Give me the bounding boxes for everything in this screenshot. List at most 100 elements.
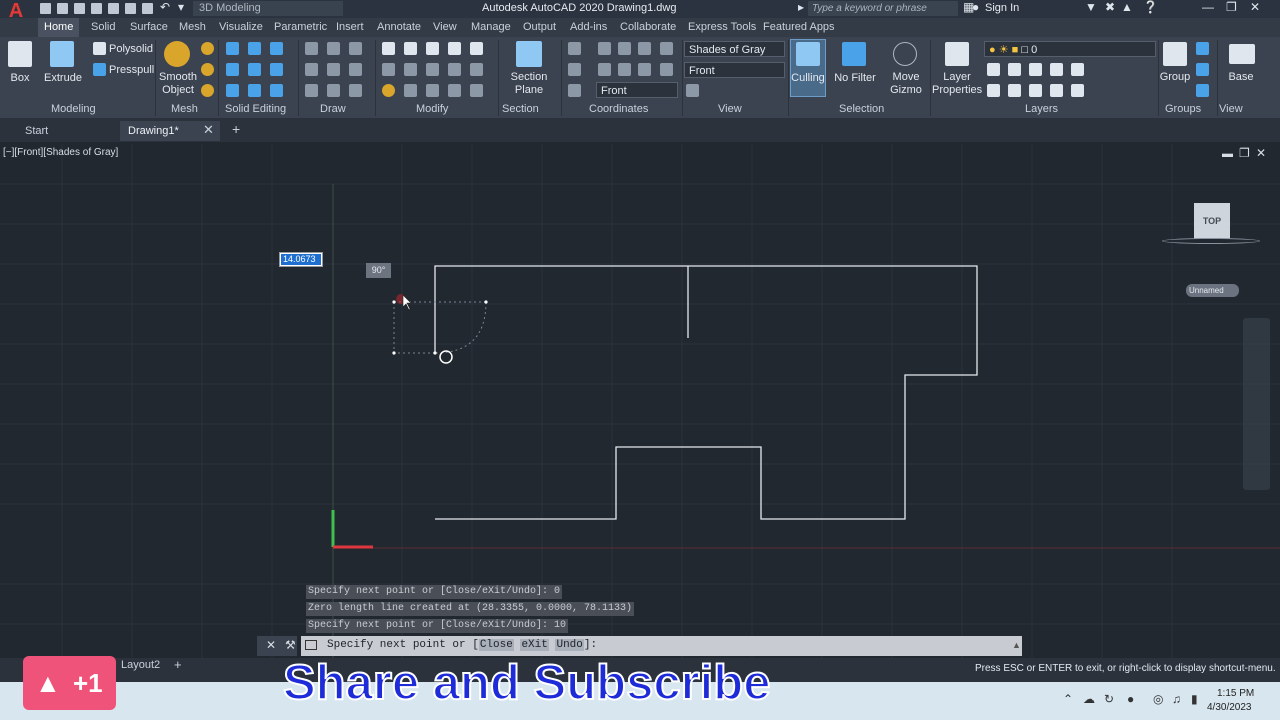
group-icon[interactable] [1163, 42, 1187, 66]
move-gizmo-icon[interactable] [893, 42, 917, 66]
help-warning-icon[interactable]: ▲ [1121, 0, 1133, 14]
ucs-origin-icon[interactable] [618, 42, 631, 55]
search-input[interactable]: Type a keyword or phrase [808, 1, 958, 16]
align-icon[interactable] [404, 63, 417, 76]
spline-icon[interactable] [305, 63, 318, 76]
close-tab-icon[interactable]: ✕ [203, 122, 214, 138]
section-plane-label-1[interactable]: Section [506, 71, 552, 84]
option-exit[interactable]: eXit [520, 639, 549, 651]
clock-time[interactable]: 1:15 PM [1217, 688, 1254, 699]
panel-title-mesh[interactable]: Mesh [171, 101, 198, 118]
smooth-object-icon[interactable] [164, 41, 190, 67]
viewport-restore-icon[interactable]: ❐ [1239, 146, 1250, 160]
panel-title-groups[interactable]: Groups [1165, 101, 1201, 118]
tab-output[interactable]: Output [523, 18, 556, 37]
section-plane-icon[interactable] [516, 41, 542, 67]
ucs-dropdown[interactable]: Front [596, 82, 678, 98]
intersect-icon[interactable] [270, 42, 283, 55]
panel-title-modify[interactable]: Modify [416, 101, 448, 118]
mesh-smooth-more-icon[interactable] [201, 63, 214, 76]
open-file-icon[interactable] [57, 3, 68, 14]
panel-title-modeling[interactable]: Modeling [51, 101, 96, 118]
polysolid-button[interactable]: Polysolid [109, 43, 153, 56]
layer-properties-icon[interactable] [945, 42, 969, 66]
tab-annotate[interactable]: Annotate [377, 18, 421, 37]
workspace-dropdown[interactable]: 3D Modeling [193, 1, 343, 16]
tab-collaborate[interactable]: Collaborate [620, 18, 676, 37]
panel-title-layers[interactable]: Layers [1025, 101, 1058, 118]
tab-insert[interactable]: Insert [336, 18, 364, 37]
sync-icon[interactable]: ↻ [1104, 692, 1114, 706]
group-select-icon[interactable] [1196, 84, 1209, 97]
erase-icon[interactable] [382, 63, 395, 76]
viewcube[interactable]: TOP [1194, 203, 1230, 239]
explode-icon[interactable] [404, 84, 417, 97]
panel-title-solid-editing[interactable]: Solid Editing [225, 101, 286, 118]
base-button[interactable]: Base [1222, 71, 1260, 84]
panel-title-section[interactable]: Section [502, 101, 539, 118]
viewport-controls-label[interactable]: [−][Front][Shades of Gray] [3, 147, 118, 158]
globe-icon[interactable]: ◎ [1153, 692, 1163, 706]
stretch-icon[interactable] [382, 84, 395, 97]
layer-tool-4-icon[interactable] [1050, 63, 1063, 76]
extract-edges-icon[interactable] [226, 84, 239, 97]
export-icon[interactable] [142, 3, 153, 14]
restore-icon[interactable]: ❐ [1226, 0, 1237, 14]
layer-tool-5-icon[interactable] [1071, 63, 1084, 76]
tab-mesh[interactable]: Mesh [179, 18, 206, 37]
clock-date[interactable]: 4/30/2023 [1207, 702, 1252, 713]
close-window-icon[interactable]: ✕ [1250, 0, 1260, 14]
array-icon[interactable] [404, 42, 417, 55]
no-filter-icon[interactable] [842, 42, 866, 66]
layer-tool-2-icon[interactable] [1008, 63, 1021, 76]
layer-dropdown[interactable]: ● ☀ ■ □ 0 [984, 41, 1156, 57]
tab-start[interactable]: Start [25, 121, 48, 141]
ucs-icon[interactable] [568, 42, 581, 55]
layer-tool-3-icon[interactable] [1029, 63, 1042, 76]
ucs-z-axis-icon[interactable] [638, 42, 651, 55]
rectangle-icon[interactable] [327, 63, 340, 76]
panel-title-coordinates[interactable]: Coordinates [589, 101, 648, 118]
copy-icon[interactable] [448, 42, 461, 55]
subtract-icon[interactable] [248, 42, 261, 55]
viewport-minimize-icon[interactable]: ▬ [1222, 148, 1233, 160]
layer-tool-8-icon[interactable] [1029, 84, 1042, 97]
cart-icon[interactable]: ▼ [1085, 0, 1097, 14]
ungroup-icon[interactable] [1196, 42, 1209, 55]
presspull-icon[interactable] [93, 63, 106, 76]
tab-surface[interactable]: Surface [130, 18, 168, 37]
imprint-icon[interactable] [248, 84, 261, 97]
tab-home[interactable]: Home [38, 18, 80, 37]
box-button[interactable]: Box [4, 72, 36, 85]
smooth-object-label-2[interactable]: Object [158, 84, 198, 97]
group-edit-icon[interactable] [1196, 63, 1209, 76]
polygon-icon[interactable] [305, 84, 318, 97]
box-icon[interactable] [8, 41, 32, 67]
ucs-3point-icon[interactable] [660, 42, 673, 55]
presspull-button[interactable]: Presspull [109, 64, 154, 77]
mesh-smooth-less-icon[interactable] [201, 84, 214, 97]
smooth-object-label-1[interactable]: Smooth [158, 71, 198, 84]
new-file-icon[interactable] [40, 3, 51, 14]
option-undo[interactable]: Undo [555, 639, 584, 651]
new-tab-icon[interactable]: + [232, 121, 240, 137]
offset-icon[interactable] [426, 84, 439, 97]
layer-properties-label-2[interactable]: Properties [932, 84, 982, 97]
view-dropdown[interactable]: Front [684, 62, 785, 78]
move-gizmo-label-2[interactable]: Gizmo [886, 84, 926, 97]
polyline-icon[interactable] [327, 42, 340, 55]
layer-tool-6-icon[interactable] [987, 84, 1000, 97]
culling-button[interactable]: Culling [790, 72, 826, 85]
arc-icon[interactable] [349, 42, 362, 55]
cloud-icon[interactable]: ☁ [1083, 692, 1095, 706]
viewport-config-icon[interactable] [686, 84, 699, 97]
panel-title-draw[interactable]: Draw [320, 101, 346, 118]
tab-solid[interactable]: Solid [91, 18, 115, 37]
navigation-bar[interactable] [1243, 318, 1270, 490]
tab-featured-apps[interactable]: Featured Apps [763, 18, 835, 37]
scale-icon[interactable] [448, 63, 461, 76]
tab-manage[interactable]: Manage [471, 18, 511, 37]
microphone-icon[interactable]: ● [1127, 692, 1134, 706]
recent-commands-icon[interactable] [305, 640, 317, 650]
mesh-sphere-icon[interactable] [201, 42, 214, 55]
